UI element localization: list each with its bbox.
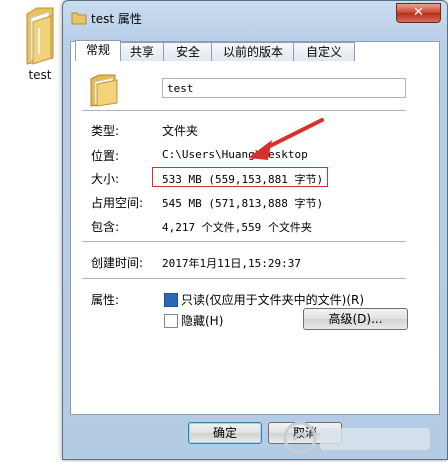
created-value: 2017年1月11日,15:29:37	[162, 257, 301, 270]
folder-icon	[26, 7, 54, 65]
type-value: 文件夹	[162, 124, 199, 138]
readonly-checkbox-label: 只读(仅应用于文件夹中的文件)(R)	[181, 293, 365, 307]
size-value: 533 MB (559,153,881 字节)	[162, 173, 324, 186]
tab-security[interactable]: 安全	[163, 42, 213, 61]
divider	[82, 110, 406, 111]
folder-large-icon	[90, 74, 118, 107]
watermark-logo	[283, 421, 430, 455]
tab-general[interactable]: 常规	[75, 40, 121, 61]
location-label: 位置:	[91, 149, 120, 163]
desktop-folder-test[interactable]: test	[16, 4, 64, 82]
size-label: 大小:	[91, 172, 120, 186]
folder-icon	[71, 12, 87, 25]
size-on-disk-value: 545 MB (571,813,888 字节)	[162, 197, 324, 210]
advanced-button[interactable]: 高级(D)...	[303, 308, 408, 330]
tab-previous-versions[interactable]: 以前的版本	[211, 42, 295, 61]
close-button[interactable]: ✕	[396, 3, 441, 23]
created-label: 创建时间:	[91, 256, 144, 270]
ok-button[interactable]: 确定	[188, 422, 262, 444]
divider	[82, 241, 406, 242]
hidden-checkbox-label: 隐藏(H)	[181, 314, 224, 328]
attributes-label: 属性:	[91, 293, 120, 307]
folder-name-field[interactable]: test	[162, 78, 406, 98]
title-bar[interactable]: test 属性 ✕	[63, 1, 447, 33]
readonly-checkbox[interactable]	[164, 293, 178, 307]
contains-label: 包含:	[91, 220, 120, 234]
divider	[82, 278, 406, 279]
location-value: C:\Users\Huang\Desktop	[162, 148, 308, 161]
tab-sharing[interactable]: 共享	[119, 42, 165, 61]
hidden-checkbox[interactable]	[164, 314, 178, 328]
tab-customize[interactable]: 自定义	[293, 42, 355, 61]
desktop-icon-label: test	[28, 68, 52, 82]
window-title: test 属性	[91, 12, 142, 26]
type-label: 类型:	[91, 124, 120, 138]
size-on-disk-label: 占用空间:	[91, 196, 144, 210]
properties-window: test 属性 ✕ 常规 共享 安全 以前的版本 自定义 test 类型: 文件…	[62, 0, 448, 460]
contains-value: 4,217 个文件,559 个文件夹	[162, 221, 312, 234]
